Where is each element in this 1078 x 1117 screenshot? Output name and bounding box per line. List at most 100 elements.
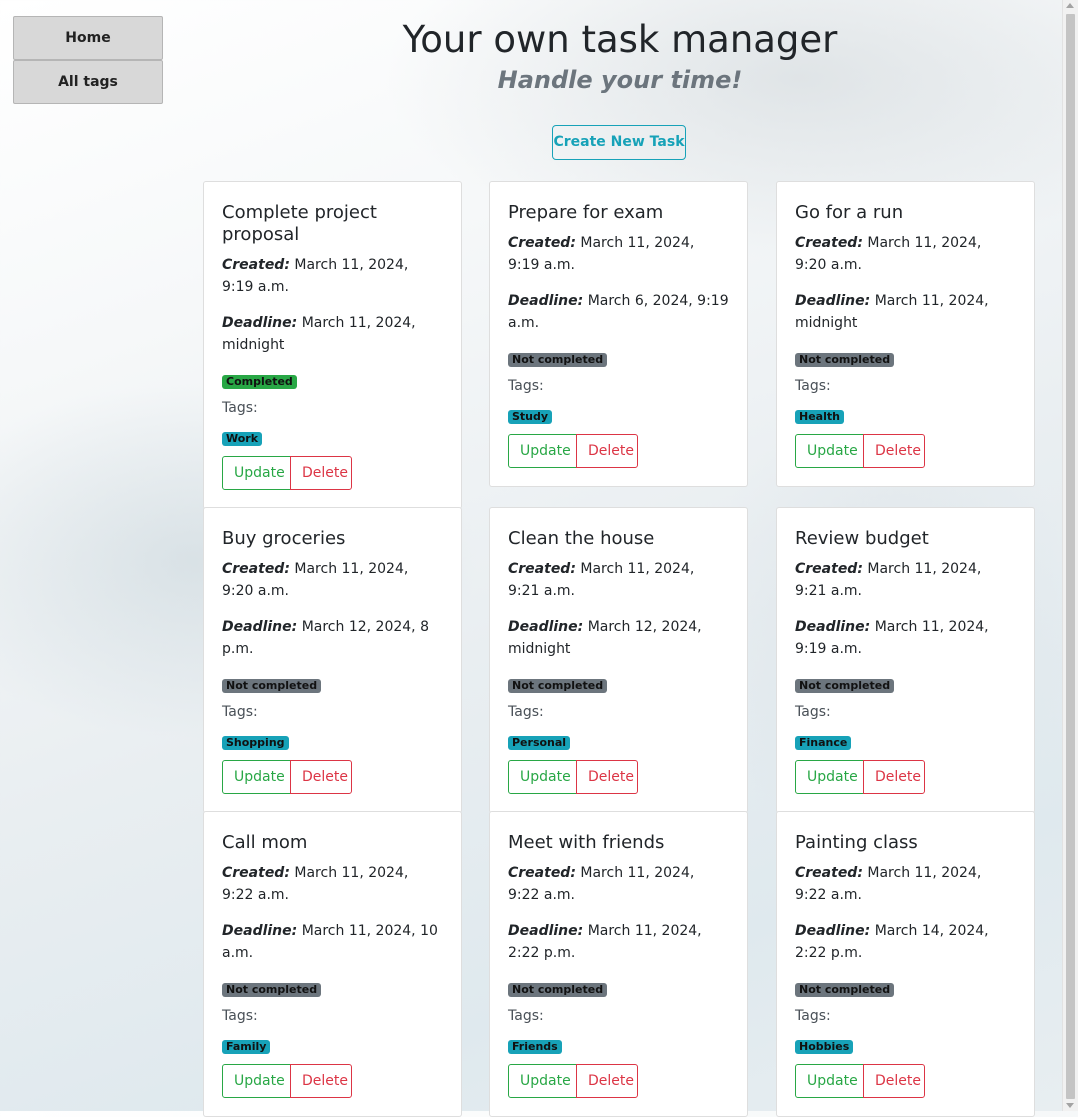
- created-label: Created:: [508, 235, 576, 251]
- deadline-line: Deadline: March 11, 2024, 2:22 p.m.: [508, 920, 729, 964]
- status-badge: Not completed: [222, 679, 322, 693]
- all-tags-button[interactable]: All tags: [13, 60, 163, 104]
- task-card: Painting class Created: March 11, 2024, …: [776, 811, 1035, 1117]
- status-badge: Not completed: [222, 983, 322, 997]
- deadline-line: Deadline: March 11, 2024, 9:19 a.m.: [795, 616, 1016, 660]
- created-label: Created:: [795, 235, 863, 251]
- status-badge: Not completed: [508, 983, 608, 997]
- task-card: Complete project proposal Created: March…: [203, 181, 462, 509]
- task-title: Meet with friends: [508, 832, 665, 853]
- status-badge: Not completed: [795, 983, 895, 997]
- vertical-scrollbar[interactable]: [1062, 0, 1078, 1111]
- delete-button[interactable]: Delete: [290, 456, 352, 490]
- delete-button[interactable]: Delete: [290, 1064, 352, 1098]
- created-line: Created: March 11, 2024, 9:20 a.m.: [795, 232, 1016, 276]
- task-card: Go for a run Created: March 11, 2024, 9:…: [776, 181, 1035, 487]
- card-actions: Update Delete: [508, 1064, 729, 1098]
- created-label: Created:: [222, 865, 290, 881]
- deadline-label: Deadline:: [222, 923, 298, 939]
- status-badge: Not completed: [508, 679, 608, 693]
- page-title: Your own task manager: [402, 18, 838, 61]
- sidebar-nav: Home All tags: [13, 16, 163, 104]
- deadline-line: Deadline: March 11, 2024, midnight: [795, 290, 1016, 334]
- update-button[interactable]: Update: [508, 434, 577, 468]
- page-subtitle: Handle your time!: [497, 66, 743, 94]
- created-line: Created: March 11, 2024, 9:21 a.m.: [795, 558, 1016, 602]
- tag-badge[interactable]: Shopping: [222, 736, 289, 750]
- deadline-label: Deadline:: [795, 293, 871, 309]
- deadline-label: Deadline:: [222, 619, 298, 635]
- delete-button[interactable]: Delete: [863, 434, 925, 468]
- create-new-task-button[interactable]: Create New Task: [552, 125, 686, 160]
- task-title: Review budget: [795, 528, 929, 549]
- update-button[interactable]: Update: [222, 760, 291, 794]
- created-label: Created:: [222, 561, 290, 577]
- scrollbar-thumb[interactable]: [1066, 14, 1075, 1099]
- tags-label: Tags:: [795, 378, 831, 394]
- deadline-line: Deadline: March 14, 2024, 2:22 p.m.: [795, 920, 1016, 964]
- task-title: Go for a run: [795, 202, 904, 223]
- tags-label: Tags:: [508, 1008, 544, 1024]
- update-button[interactable]: Update: [508, 1064, 577, 1098]
- scroll-up-arrow-icon[interactable]: [1066, 3, 1074, 8]
- delete-button[interactable]: Delete: [863, 1064, 925, 1098]
- task-title: Buy groceries: [222, 528, 346, 549]
- task-title: Complete project proposal: [222, 202, 377, 245]
- deadline-label: Deadline:: [222, 315, 298, 331]
- tag-badge[interactable]: Personal: [508, 736, 571, 750]
- task-card: Meet with friends Created: March 11, 202…: [489, 811, 748, 1117]
- deadline-label: Deadline:: [508, 619, 584, 635]
- tag-badge[interactable]: Health: [795, 410, 844, 424]
- tag-badge[interactable]: Study: [508, 410, 553, 424]
- created-line: Created: March 11, 2024, 9:22 a.m.: [795, 862, 1016, 906]
- deadline-label: Deadline:: [795, 619, 871, 635]
- update-button[interactable]: Update: [222, 456, 291, 490]
- task-card: Review budget Created: March 11, 2024, 9…: [776, 507, 1035, 813]
- delete-button[interactable]: Delete: [576, 434, 638, 468]
- created-line: Created: March 11, 2024, 9:20 a.m.: [222, 558, 443, 602]
- deadline-line: Deadline: March 11, 2024, midnight: [222, 312, 443, 356]
- created-label: Created:: [795, 561, 863, 577]
- delete-button[interactable]: Delete: [863, 760, 925, 794]
- task-title: Prepare for exam: [508, 202, 664, 223]
- update-button[interactable]: Update: [222, 1064, 291, 1098]
- tags-label: Tags:: [508, 704, 544, 720]
- tags-label: Tags:: [222, 400, 258, 416]
- deadline-line: Deadline: March 6, 2024, 9:19 a.m.: [508, 290, 729, 334]
- created-line: Created: March 11, 2024, 9:19 a.m.: [508, 232, 729, 276]
- status-badge: Not completed: [508, 353, 608, 367]
- card-actions: Update Delete: [222, 760, 443, 794]
- task-card: Call mom Created: March 11, 2024, 9:22 a…: [203, 811, 462, 1117]
- tag-badge[interactable]: Friends: [508, 1040, 562, 1054]
- scroll-down-arrow-icon[interactable]: [1066, 1103, 1074, 1108]
- delete-button[interactable]: Delete: [576, 1064, 638, 1098]
- deadline-line: Deadline: March 12, 2024, midnight: [508, 616, 729, 660]
- created-line: Created: March 11, 2024, 9:22 a.m.: [508, 862, 729, 906]
- update-button[interactable]: Update: [795, 434, 864, 468]
- status-badge: Not completed: [795, 679, 895, 693]
- tags-label: Tags:: [795, 704, 831, 720]
- delete-button[interactable]: Delete: [290, 760, 352, 794]
- update-button[interactable]: Update: [795, 760, 864, 794]
- update-button[interactable]: Update: [508, 760, 577, 794]
- created-line: Created: March 11, 2024, 9:19 a.m.: [222, 254, 443, 298]
- tag-badge[interactable]: Work: [222, 432, 263, 446]
- tags-label: Tags:: [508, 378, 544, 394]
- tag-badge[interactable]: Family: [222, 1040, 271, 1054]
- card-actions: Update Delete: [795, 760, 1016, 794]
- tag-badge[interactable]: Finance: [795, 736, 852, 750]
- update-button[interactable]: Update: [795, 1064, 864, 1098]
- delete-button[interactable]: Delete: [576, 760, 638, 794]
- created-label: Created:: [795, 865, 863, 881]
- card-actions: Update Delete: [795, 1064, 1016, 1098]
- card-actions: Update Delete: [508, 434, 729, 468]
- tag-badge[interactable]: Hobbies: [795, 1040, 854, 1054]
- created-label: Created:: [222, 257, 290, 273]
- deadline-label: Deadline:: [508, 923, 584, 939]
- created-label: Created:: [508, 561, 576, 577]
- home-button[interactable]: Home: [13, 16, 163, 60]
- tags-label: Tags:: [222, 1008, 258, 1024]
- status-badge: Completed: [222, 375, 297, 389]
- card-actions: Update Delete: [222, 1064, 443, 1098]
- card-actions: Update Delete: [222, 456, 443, 490]
